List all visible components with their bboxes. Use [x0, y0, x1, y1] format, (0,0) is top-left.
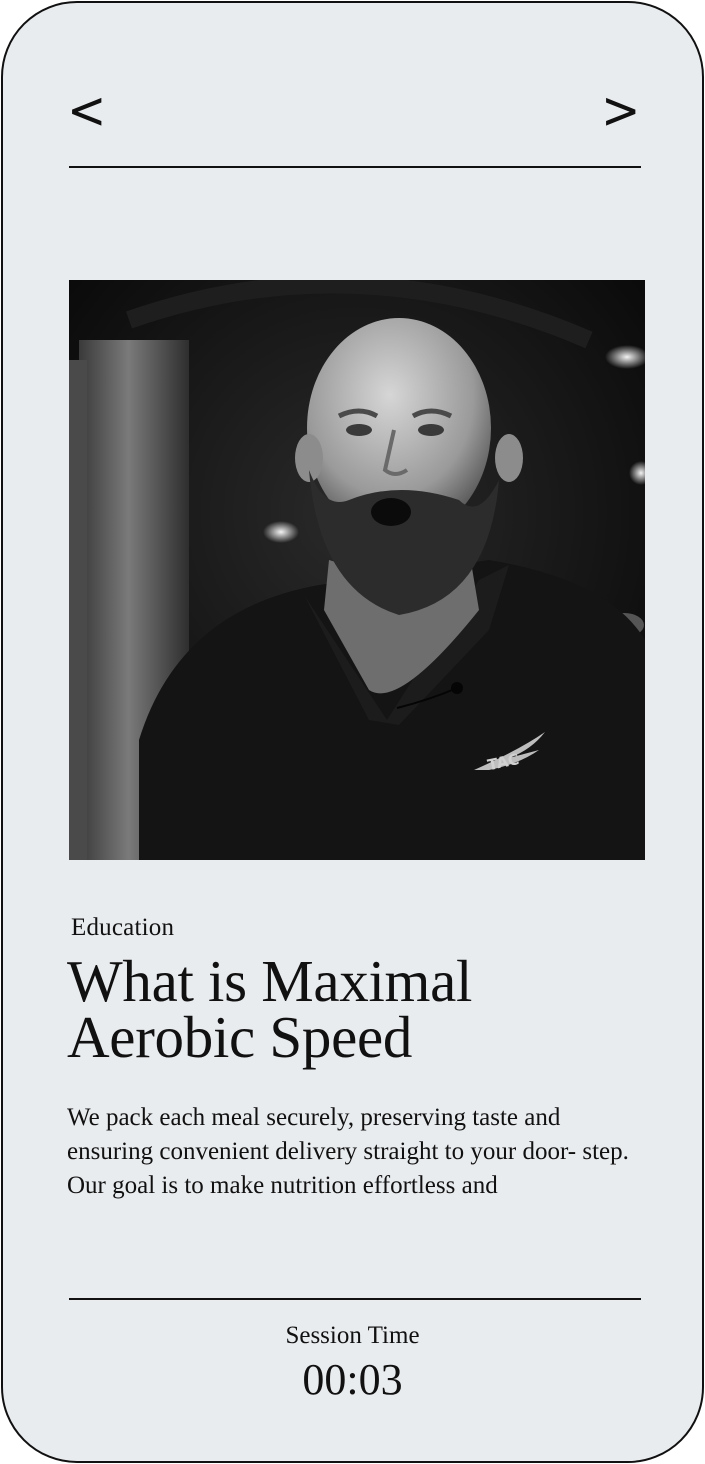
session-time-label: Session Time — [285, 1322, 420, 1349]
previous-arrow-icon[interactable]: < — [67, 81, 106, 141]
video-thumbnail[interactable]: TAC — [69, 280, 645, 860]
lesson-category: Education — [71, 914, 175, 941]
phone-screen: < > TAC Education What is Maximal Aerobi… — [1, 1, 704, 1463]
lesson-description: We pack each meal securely, preserving t… — [67, 1104, 629, 1199]
bottom-divider — [69, 1298, 641, 1300]
lesson-title: What is Maximal Aerobic Speed — [67, 948, 667, 1070]
video-thumbnail-image: TAC — [69, 280, 645, 860]
session-timer: 00:03 — [302, 1355, 403, 1404]
next-arrow-icon[interactable]: > — [601, 81, 640, 141]
lesson-title-line-2: Aerobic Speed — [67, 1004, 413, 1070]
top-divider — [69, 166, 641, 168]
lesson-title-line-1: What is Maximal — [67, 948, 473, 1014]
